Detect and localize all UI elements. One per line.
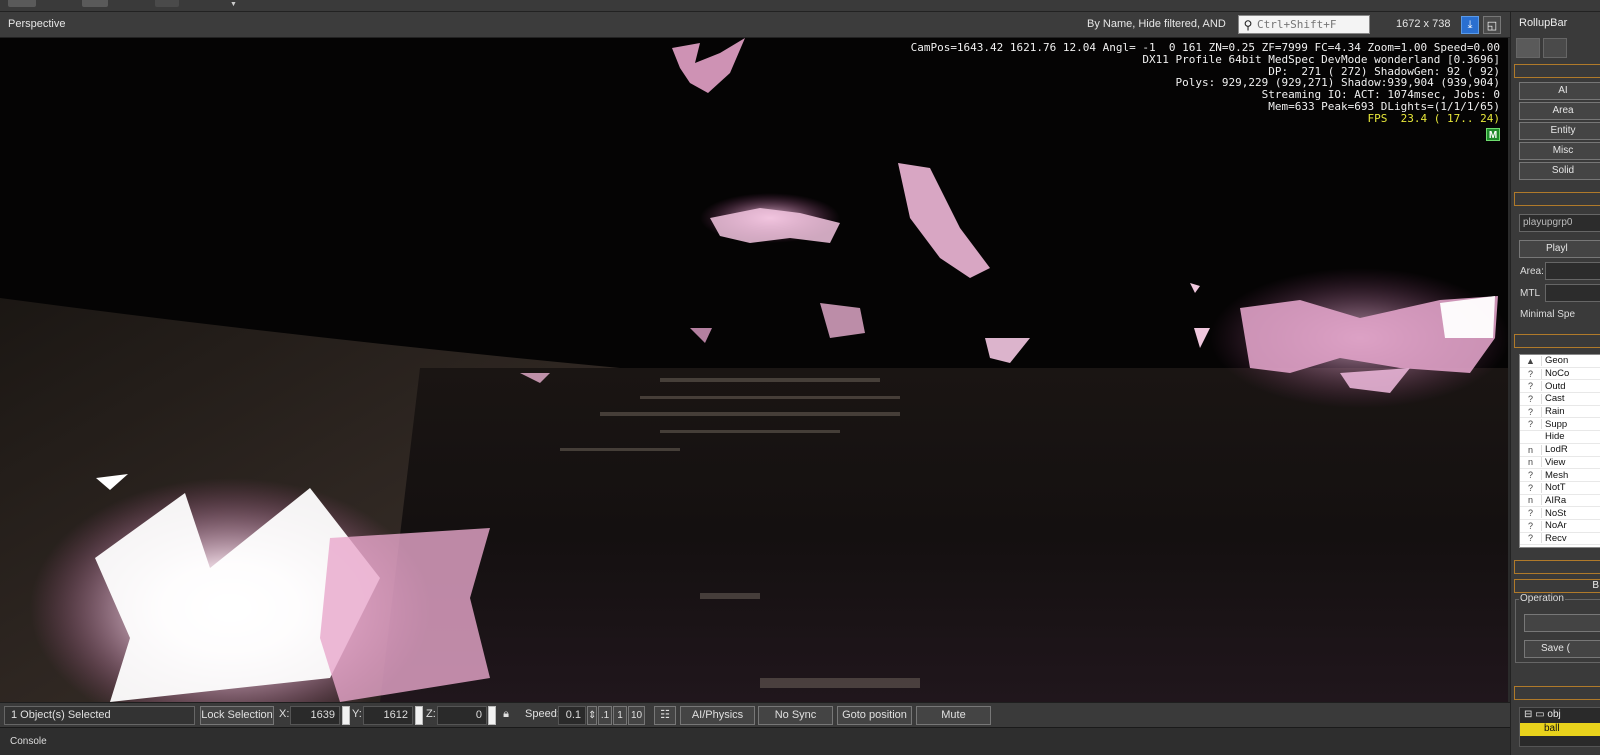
section-header[interactable] — [1514, 64, 1600, 78]
status-bar: 1 Object(s) Selected Lock Selection X: 1… — [0, 702, 1510, 738]
b-section-header[interactable]: B — [1514, 579, 1600, 593]
viewport-header: Perspective By Name, Hide filtered, AND … — [0, 12, 1510, 38]
save-button[interactable]: Save ( — [1524, 640, 1600, 658]
toolbar-button[interactable] — [82, 0, 108, 7]
list-item[interactable]: n View — [1520, 457, 1600, 470]
list-item[interactable]: ? NoAr — [1520, 520, 1600, 533]
viewport-resolution: 1672 x 738 — [1396, 18, 1451, 30]
list-item[interactable]: ? Rain — [1520, 406, 1600, 419]
pin-icon: ⤓ — [1467, 18, 1473, 31]
entity-button[interactable]: Entity — [1519, 122, 1600, 140]
viewport-title: Perspective — [8, 18, 66, 30]
mtl-label: MTL — [1520, 288, 1540, 299]
x-lock-toggle[interactable] — [342, 706, 350, 725]
layer-field[interactable]: playupgrp0 — [1519, 214, 1600, 232]
speed-preset-button[interactable]: .1 — [598, 706, 612, 725]
selection-count: 1 Object(s) Selected — [4, 706, 195, 725]
lock-icon[interactable]: 🔒︎ — [500, 706, 512, 725]
viewport-maximize-button[interactable]: ◱ — [1483, 16, 1501, 34]
area-field[interactable] — [1545, 262, 1600, 280]
no-sync-player-button[interactable]: No Sync Player — [758, 706, 833, 738]
x-label: X: — [279, 708, 290, 720]
dropdown-arrow-icon[interactable]: ▼ — [230, 1, 237, 8]
list-item[interactable]: ? Supp — [1520, 418, 1600, 432]
list-item[interactable]: ? NotT — [1520, 482, 1600, 495]
toolbar-button[interactable] — [8, 0, 36, 7]
z-coordinate-field[interactable]: 0 — [437, 706, 487, 725]
speed-label: Speed: — [525, 708, 560, 720]
tree-item-selected[interactable]: ball — [1520, 723, 1600, 736]
area-button[interactable]: Area — [1519, 102, 1600, 120]
viewport-pin-button[interactable]: ⤓ — [1461, 16, 1479, 34]
operation-button[interactable] — [1524, 614, 1600, 632]
console-label: Console — [10, 736, 47, 747]
list-item[interactable]: Hide — [1520, 431, 1600, 444]
viewport-3d[interactable]: CamPos=1643.42 1621.76 12.04 Angl= -1 0 … — [0, 38, 1508, 702]
maximize-icon: ◱ — [1486, 19, 1498, 32]
tree-item[interactable]: ⊟ ▭ obj — [1520, 709, 1561, 722]
minimal-spec-label: Minimal Spe — [1520, 309, 1576, 320]
rollup-bar: RollupBar AI Area Entity Misc Solid play… — [1510, 12, 1600, 755]
goto-position-button[interactable]: Goto position — [837, 706, 912, 725]
object-search-box[interactable]: ⚲ — [1238, 15, 1370, 34]
speed-preset-button[interactable]: 1 — [613, 706, 627, 725]
search-input[interactable] — [1257, 18, 1365, 31]
z-label: Z: — [426, 708, 436, 720]
mtl-field[interactable] — [1545, 284, 1600, 302]
list-item[interactable]: n LodR — [1520, 444, 1600, 457]
console-panel[interactable]: Console — [0, 727, 1510, 755]
section-header[interactable] — [1514, 192, 1600, 206]
lock-selection-button[interactable]: Lock Selection — [200, 706, 274, 725]
list-item[interactable]: ? Cast — [1520, 393, 1600, 406]
layer-button[interactable]: Playl — [1519, 240, 1600, 258]
list-item[interactable]: ? Recv — [1520, 533, 1600, 546]
section-header[interactable] — [1514, 686, 1600, 700]
solid-button[interactable]: Solid — [1519, 162, 1600, 180]
area-label: Area: — [1520, 266, 1544, 277]
speed-spinner[interactable]: ⇕ — [587, 706, 597, 725]
z-lock-toggle[interactable] — [488, 706, 496, 725]
list-item[interactable]: ▲ Geon — [1520, 355, 1600, 368]
rollup-title: RollupBar — [1519, 17, 1568, 29]
search-icon: ⚲ — [1243, 17, 1253, 32]
list-item[interactable]: n AIRa — [1520, 495, 1600, 508]
properties-list[interactable]: ▲ Geon ? NoCo ? Outd ? Cast ? Rain ? Supp Hide… — [1519, 354, 1600, 548]
speed-preset-button[interactable]: 10 — [628, 706, 645, 725]
list-item[interactable]: ? NoCo — [1520, 368, 1600, 381]
section-header[interactable] — [1514, 560, 1600, 574]
debug-hud: CamPos=1643.42 1621.76 12.04 Angl= -1 0 … — [911, 42, 1500, 125]
terrain-tab[interactable] — [1543, 38, 1567, 58]
ai-physics-button[interactable]: AI/Physics — [680, 706, 755, 725]
speed-field[interactable]: 0.1 — [558, 706, 586, 725]
ai-button[interactable]: AI — [1519, 82, 1600, 100]
filter-mode-label[interactable]: By Name, Hide filtered, AND — [1087, 18, 1226, 30]
y-label: Y: — [352, 708, 362, 720]
misc-button[interactable]: Misc — [1519, 142, 1600, 160]
list-item[interactable]: ? Mesh — [1520, 469, 1600, 482]
list-item[interactable]: ? Outd — [1520, 380, 1600, 394]
mute-button[interactable]: Mute — [916, 706, 991, 725]
top-toolbar: ▼ — [0, 0, 1600, 12]
toolbar-button[interactable] — [155, 0, 179, 7]
section-header[interactable] — [1514, 334, 1600, 348]
list-item[interactable]: ? NoSt — [1520, 507, 1600, 520]
y-lock-toggle[interactable] — [415, 706, 423, 725]
objects-tab[interactable] — [1516, 38, 1540, 58]
scene-render — [0, 38, 1508, 702]
operations-label: Operation — [1519, 593, 1565, 604]
object-tree[interactable]: ⊟ ▭ obj ball — [1519, 707, 1600, 747]
y-coordinate-field[interactable]: 1612 — [363, 706, 413, 725]
m-badge: M — [1486, 128, 1500, 141]
operations-group: Operation Save ( — [1515, 593, 1600, 663]
camera-icon[interactable]: ☷ — [654, 706, 676, 725]
x-coordinate-field[interactable]: 1639 — [290, 706, 340, 725]
fps-counter: FPS 23.4 ( 17.. 24) — [1367, 111, 1500, 125]
